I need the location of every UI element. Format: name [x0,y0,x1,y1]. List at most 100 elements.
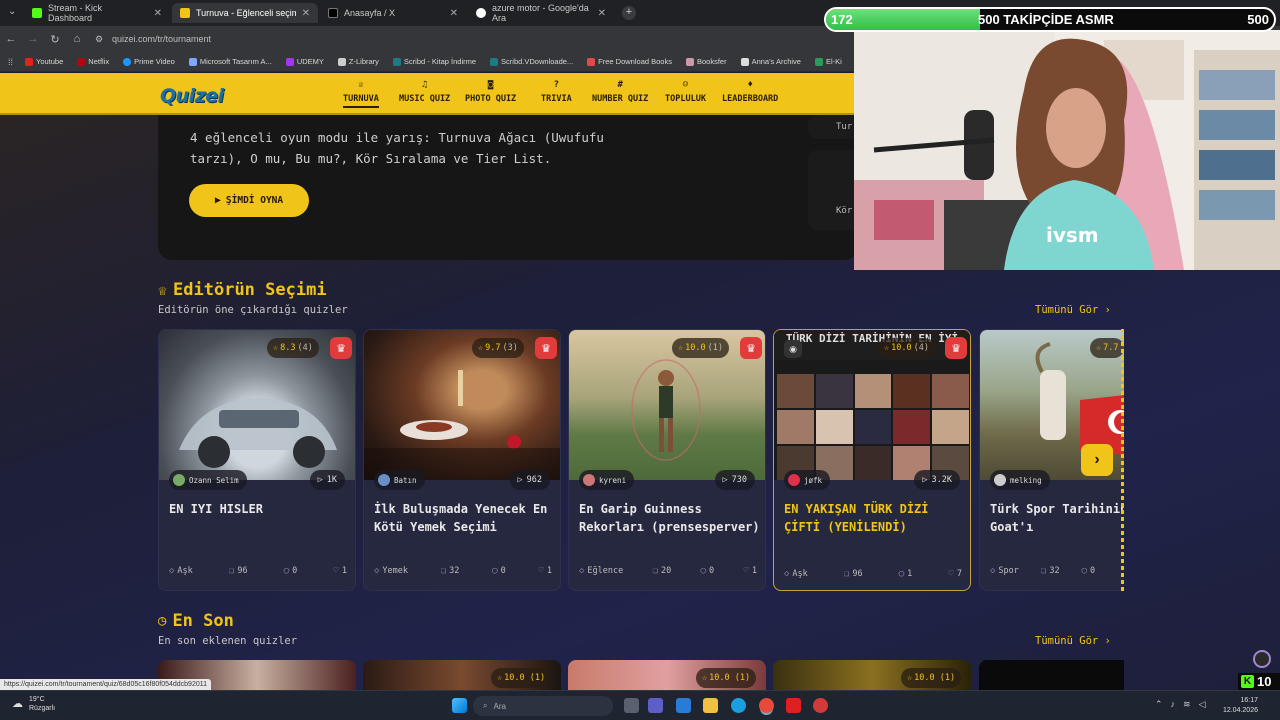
tab-google-search[interactable]: azure motor - Google'da Ara ✕ [468,3,614,23]
star-icon: ☆ [273,343,279,353]
nav-label: TRIVIA [541,94,572,104]
like-value: 1 [341,566,347,576]
users-icon: ☺ [682,80,689,90]
comment-value: 0 [500,566,506,576]
obs-icon[interactable] [813,698,828,713]
quiz-card[interactable]: TÜRK DİZİ TARİHİNİN EN İYİ ◉ ☆ 10.0 (4) ♛ … [773,329,971,591]
plays-count: ▷ 1K [309,470,345,490]
bookmark-scribd-downloader[interactable]: Scribd.VDownloade... [490,57,573,66]
tab-title: Stream - Kick Dashboard [48,3,103,23]
tag-icon: ◇ [579,566,585,576]
edge-icon[interactable] [731,698,746,713]
tag-icon: ◇ [990,566,996,576]
bookmark-scribd[interactable]: Scribd - Kitap İndirme [392,57,476,66]
nav-label: TURNUVA [343,94,379,104]
nav-turnuva[interactable]: ♕ TURNUVA [343,81,379,108]
back-icon[interactable]: ← [0,33,22,45]
carousel-next-button[interactable]: › [1081,444,1113,476]
rating-count: (1) [707,343,723,353]
bookmark-annas-archive[interactable]: Anna's Archive [740,57,801,66]
plays-count: ▷ 962 [509,470,550,490]
bookmark-netflix[interactable]: Netflix [77,57,109,66]
site-info-icon[interactable]: ⚙ [88,34,110,45]
rating-badge: ☆ 8.3 (4) [267,338,319,358]
youtube-app-icon[interactable] [786,698,801,713]
comment-icon: ◯ [1081,566,1087,576]
quiz-card[interactable]: ☆ 8.3 (4) ♛ Ozann Selim ▷ 1K EN IYI HISLER … [158,329,356,591]
nav-trivia[interactable]: ? TRIVIA [541,81,572,105]
bookmark-udemy[interactable]: UDEMY [285,57,324,66]
tab-x-home[interactable]: Anasayfa / X ✕ [320,3,466,23]
viewer-count: 10 [1257,674,1272,689]
windows-start-icon[interactable] [452,698,467,713]
booksfer-icon [685,57,694,66]
close-tab-icon[interactable]: ✕ [598,8,606,19]
bookmark-booksfer[interactable]: Booksfer [685,57,727,66]
taskbar-search-box[interactable]: ⌕ Ara [473,696,613,716]
weather-widget[interactable]: ☁ 19°C Rüzgarlı [12,695,55,713]
tab-search-icon[interactable]: ⌄ [8,6,16,17]
bookmark-prime-video[interactable]: Prime Video [123,57,175,66]
rating-value: 10.0 (1) [914,673,956,683]
play-now-button[interactable]: ▶ ŞİMDİ OYNA [189,184,309,217]
author-chip[interactable]: Batın [374,470,425,490]
close-tab-icon[interactable]: ✕ [450,8,458,19]
comment-icon: ◯ [898,569,905,579]
task-view-icon[interactable] [624,698,639,713]
featured-crown-icon: ♛ [535,337,557,359]
quiz-title: EN YAKIŞAN TÜRK DİZİ ÇİFTİ (YENİLENDİ) [784,502,929,534]
like-count[interactable]: ♡ 1 [743,566,757,576]
quizei-logo[interactable]: Quizei [160,85,224,107]
nav-photo-quiz[interactable]: ◙ PHOTO QUIZ [465,81,517,105]
home-icon[interactable]: ⌂ [66,33,88,45]
bookmark-el-kitap[interactable]: El-Ki [814,57,842,66]
bookmark-youtube[interactable]: Youtube [25,57,63,66]
see-all-label: Tümünü Gör [1035,304,1099,316]
system-tray[interactable]: ⌃♪≋◁ [1155,699,1214,710]
nav-label: PHOTO QUIZ [465,94,517,104]
bookmark-label: Scribd.VDownloade... [501,57,574,66]
quiz-card[interactable]: ☆ 10.0 (1) [568,660,766,690]
tab-kick-dashboard[interactable]: Stream - Kick Dashboard ✕ [24,3,170,23]
chrome-icon[interactable] [759,698,774,713]
like-count[interactable]: ♡ 1 [333,566,347,576]
close-tab-icon[interactable]: ✕ [154,8,162,19]
author-chip[interactable]: melking [990,470,1050,490]
plays-value: 1K [326,475,337,485]
nav-music-quiz[interactable]: ♫ MUSIC QUIZ [399,81,450,105]
tab-quizei-tournament[interactable]: Turnuva - Eğlenceli seçimler ya... ✕ [172,3,318,23]
apps-grid-icon[interactable]: ⁞⁞ [8,57,13,67]
like-count[interactable]: ♡ 1 [538,566,552,576]
close-tab-icon[interactable]: ✕ [302,8,310,19]
nav-number-quiz[interactable]: # NUMBER QUIZ [592,81,648,105]
url-input[interactable]: quizei.com/tr/tournament [112,34,211,44]
weather-wind-icon: ☁ [12,697,23,710]
shirt-text: ivsm [1046,223,1099,247]
new-tab-button[interactable]: + [622,6,636,20]
quiz-card[interactable]: ☆ 9.7 (3) ♛ Batın ▷ 962 İlk Buluşmada Yenec… [363,329,561,591]
reload-icon[interactable]: ↻ [44,33,66,46]
author-chip[interactable]: Ozann Selim [169,470,247,490]
editors-see-all-link[interactable]: Tümünü Gör › [1035,304,1111,316]
quiz-title: Türk Spor Tarihinin Goat'ı [990,502,1124,534]
quiz-card[interactable] [979,660,1124,690]
teams-icon[interactable] [648,698,663,713]
like-count[interactable]: ♡ 7 [948,569,962,579]
nav-topluluk[interactable]: ☺ TOPLULUK [665,80,706,105]
nav-leaderboard[interactable]: ♦ LEADERBOARD [722,81,778,105]
quiz-card[interactable]: ☆ 10.0 (1) [773,660,971,690]
bookmark-free-books[interactable]: Free Download Books [587,57,672,66]
quiz-card[interactable]: ☆ 10.0 (1) ♛ kyreni ▷ 730 En Garip Guinness… [568,329,766,591]
forward-icon[interactable]: → [22,33,44,45]
scribd-icon [392,57,401,66]
latest-see-all-link[interactable]: Tümünü Gör › [1035,635,1111,647]
question-count: ❏ 20 [653,566,672,576]
author-chip[interactable]: kyreni [579,470,635,490]
quiz-card[interactable]: ☆ 10.0 (1) [363,660,561,690]
author-chip[interactable]: jøfk [784,470,831,490]
copilot-icon[interactable] [676,698,691,713]
taskbar-clock[interactable]: 16:17 12.04.2026 [1223,696,1258,716]
bookmark-microsoft-designer[interactable]: Microsoft Tasarım A... [188,57,272,66]
bookmark-zlibrary[interactable]: Z-Library [337,57,379,66]
file-explorer-icon[interactable] [703,698,718,713]
